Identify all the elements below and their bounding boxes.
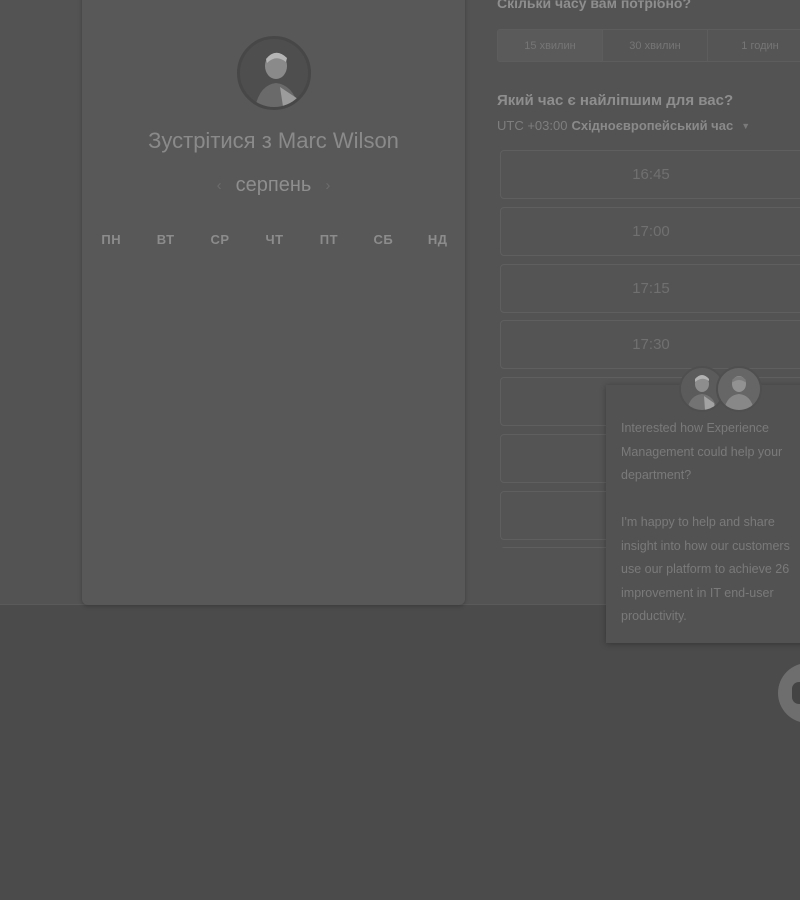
chevron-left-icon[interactable]: ‹ [217,177,222,194]
weekday-wed: СР [210,232,230,247]
weekday-sat: СБ [373,232,394,247]
chevron-right-icon[interactable]: › [325,177,330,194]
meet-title: Зустрітися з Marc Wilson [148,128,399,153]
weekday-thu: ЧТ [265,232,284,247]
chat-launcher-button[interactable] [778,663,800,723]
chat-message: Interested how Experience Management cou… [621,421,790,623]
weekday-tue: ВТ [156,232,175,247]
weekday-mon: ПН [101,232,122,247]
agent-avatar [716,366,762,412]
time-slot[interactable]: 17:00 [500,207,800,256]
time-question: Який час є найліпшим для вас? [497,92,734,109]
caret-down-icon: ▼ [741,120,751,131]
month-navigator: ‹ серпень › [82,174,465,197]
chat-bubble-icon [792,682,800,704]
time-slot[interactable]: 16:45 [500,150,800,199]
duration-option-15[interactable]: 15 хвилин [498,30,603,61]
host-avatar [237,36,311,110]
weekday-header: ПН ВТ СР ЧТ ПТ СБ НД [84,232,465,247]
duration-question: Скільки часу вам потрібно? [497,0,692,11]
time-slot[interactable]: 17:30 [500,320,800,369]
timezone-name: Східноєвропейський час [571,118,734,133]
duration-selector: 15 хвилин 30 хвилин 1 годин [497,29,800,62]
weekday-fri: ПТ [319,232,339,247]
month-name: серпень [235,174,312,196]
duration-option-30[interactable]: 30 хвилин [603,30,708,61]
weekday-sun: НД [427,232,448,247]
duration-option-60[interactable]: 1 годин [708,30,800,61]
agent-avatar-icon [718,368,760,410]
time-slot[interactable]: 17:15 [500,264,800,313]
timezone-offset: UTC +03:00 [497,118,568,133]
timezone-selector[interactable]: UTC +03:00 Східноєвропейський час ▼ [497,118,750,133]
